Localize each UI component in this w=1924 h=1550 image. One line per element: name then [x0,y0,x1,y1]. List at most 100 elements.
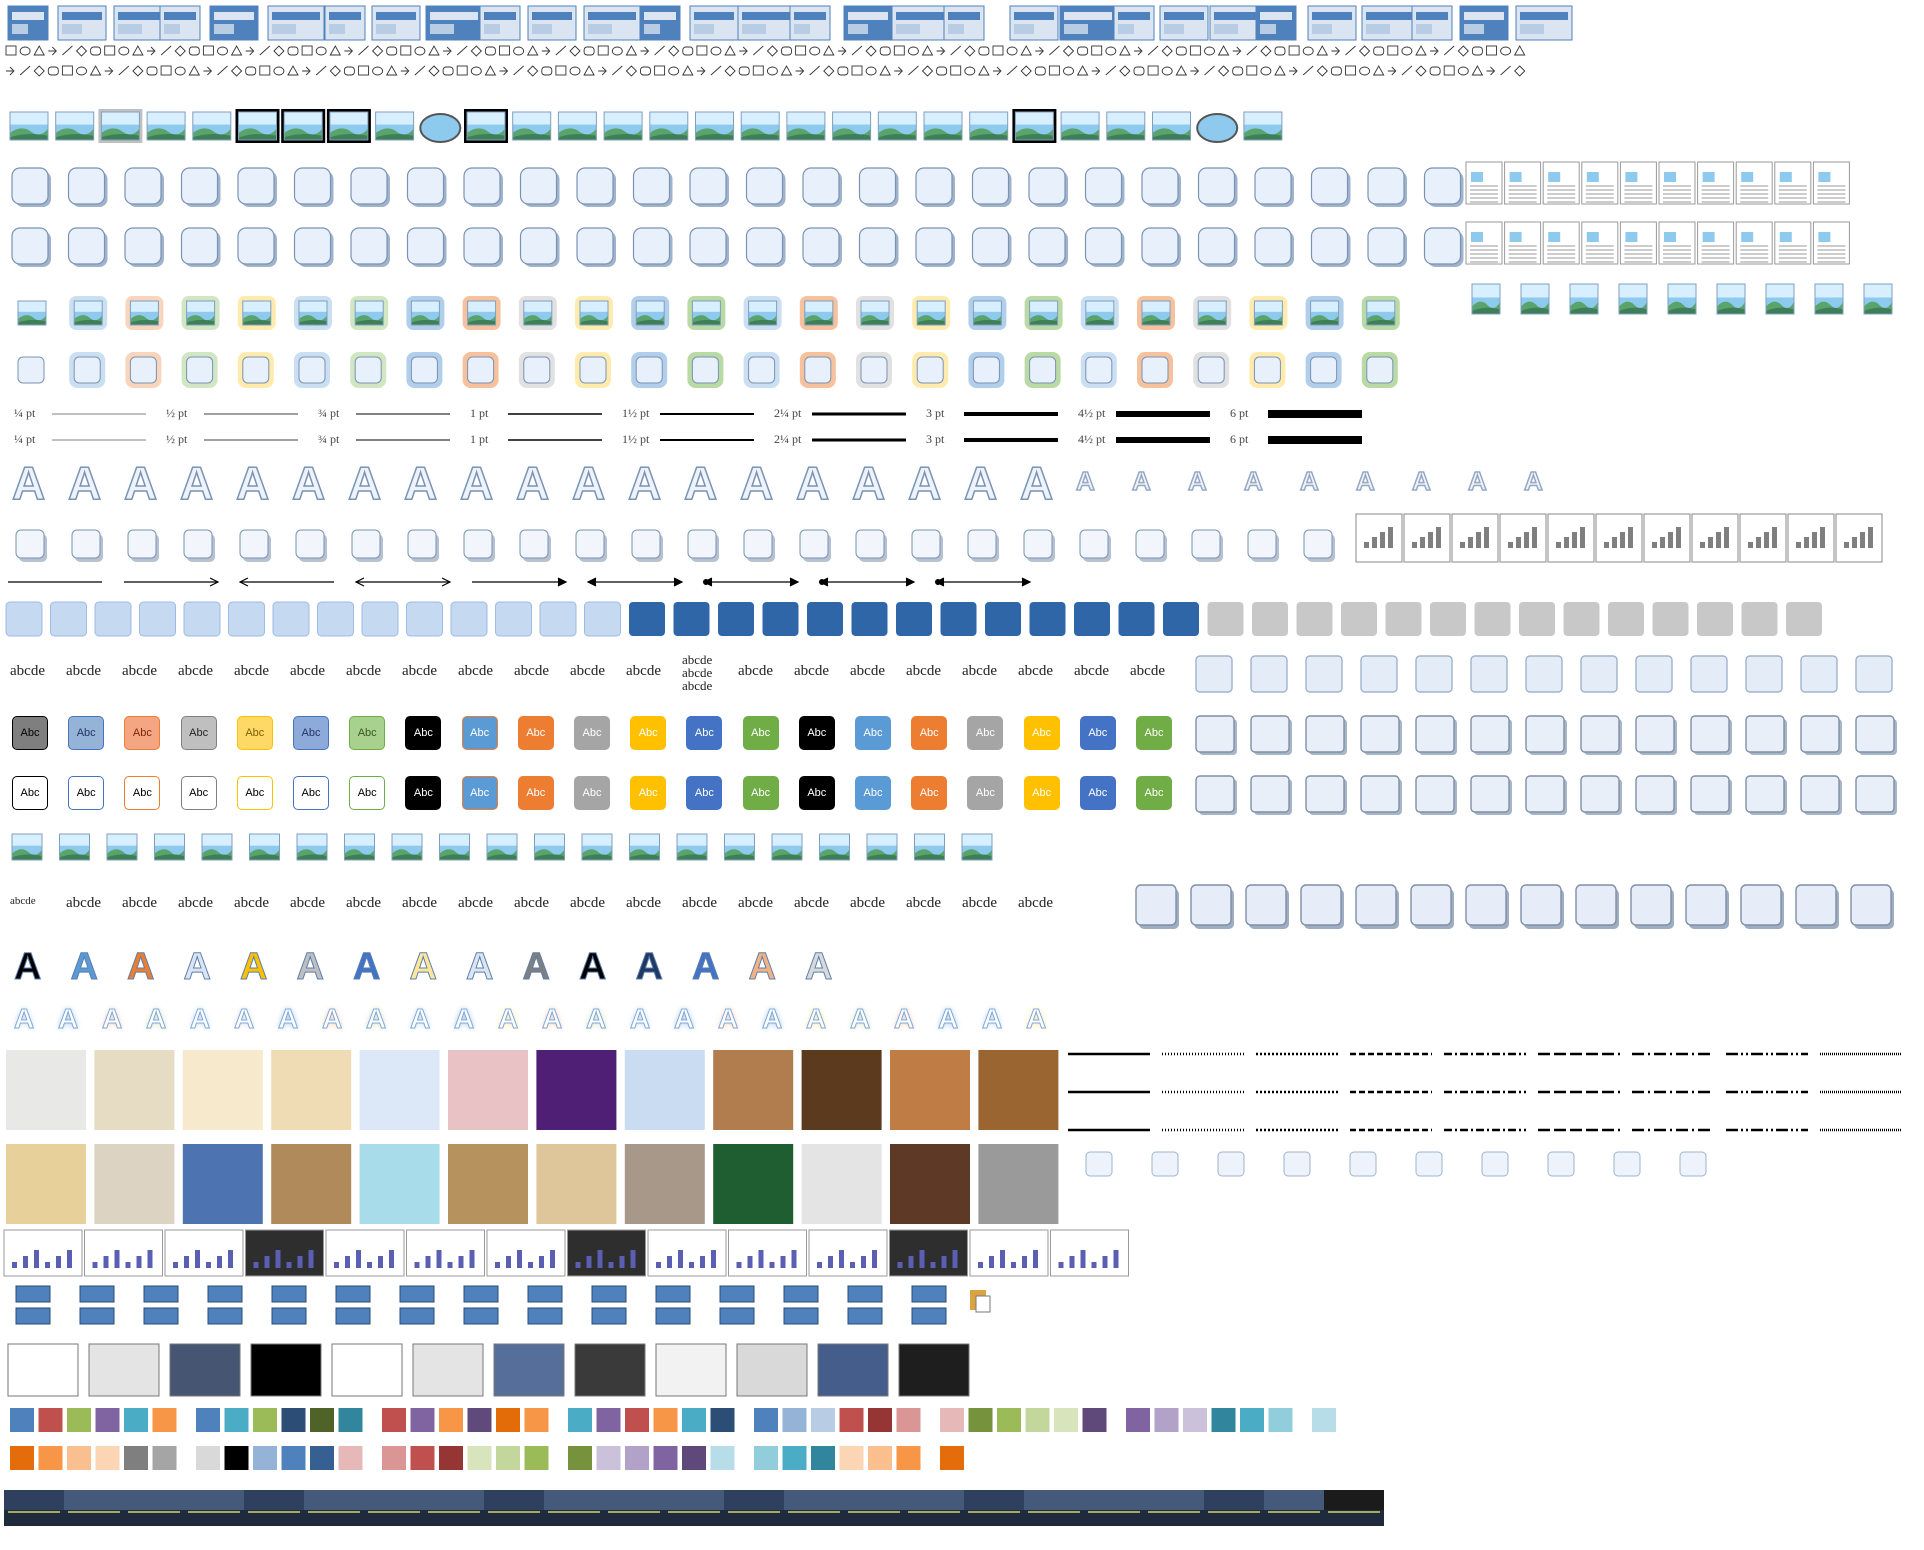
line-weight-label[interactable]: 3 pt [926,406,944,421]
shape-style-abc[interactable]: Abc [517,776,554,810]
wordart-style-letter-a[interactable]: A [748,946,776,989]
wordart-transform-sample[interactable]: abcde [570,663,605,680]
wordart-letter-a[interactable]: A [1075,465,1095,497]
shape-style-abc[interactable]: Abc [630,776,667,810]
shape-style-abc[interactable]: Abc [1023,776,1060,810]
glow-letter-a[interactable]: A [805,1003,826,1035]
shape-style-abc[interactable]: Abc [630,716,667,750]
shape-style-abc[interactable]: Abc [1136,776,1172,810]
shape-style-abc[interactable]: Abc [1079,776,1116,810]
shape-style-abc[interactable]: Abc [1136,716,1172,750]
shape-style-abc[interactable]: Abc [1079,716,1116,750]
wordart-style-letter-a[interactable]: A [578,946,606,989]
wordart-letter-a[interactable]: A [795,456,830,510]
wordart-letter-a[interactable]: A [1131,465,1151,497]
wordart-transform-sample[interactable]: abcde [346,663,381,680]
wordart-transform-sample[interactable]: abcde [122,663,157,680]
wordart-style-letter-a[interactable]: A [183,946,211,989]
wordart-transform-sample[interactable]: abcde [1130,663,1165,680]
line-weight-label[interactable]: ¾ pt [318,432,339,447]
shape-style-abc[interactable]: Abc [911,776,948,810]
wordart-letter-a[interactable]: A [571,456,606,510]
wordart-letter-a[interactable]: A [1187,465,1207,497]
glow-letter-a[interactable]: A [761,1003,782,1035]
wordart-path-sample[interactable]: abcde [514,895,549,912]
wordart-path-sample[interactable]: abcde [682,895,717,912]
wordart-path-sample[interactable]: abcde [10,895,36,907]
wordart-style-letter-a[interactable]: A [70,946,98,989]
glow-letter-a[interactable]: A [1025,1003,1046,1035]
wordart-letter-a[interactable]: A [403,456,438,510]
glow-letter-a[interactable]: A [13,1003,34,1035]
wordart-transform-sample[interactable]: abcde [738,663,773,680]
wordart-transform-sample[interactable]: abcde [178,663,213,680]
wordart-path-sample[interactable]: abcde [458,895,493,912]
wordart-letter-a[interactable]: A [627,456,662,510]
shape-style-abc[interactable]: Abc [855,716,891,750]
glow-letter-a[interactable]: A [409,1003,430,1035]
wordart-transform-sample[interactable]: abcde [962,663,997,680]
wordart-path-sample[interactable]: abcde [290,895,325,912]
wordart-letter-a[interactable]: A [907,456,942,510]
wordart-letter-a[interactable]: A [291,456,326,510]
wordart-path-sample[interactable]: abcde [66,895,101,912]
wordart-path-sample[interactable]: abcde [570,895,605,912]
glow-letter-a[interactable]: A [497,1003,518,1035]
wordart-letter-a[interactable]: A [1243,465,1263,497]
wordart-letter-a[interactable]: A [67,456,102,510]
line-weight-label[interactable]: 6 pt [1230,432,1248,447]
wordart-transform-sample[interactable]: abcde [458,663,493,680]
wordart-letter-a[interactable]: A [683,456,718,510]
shape-style-abc[interactable]: Abc [405,776,442,810]
wordart-path-sample[interactable]: abcde [346,895,381,912]
glow-letter-a[interactable]: A [893,1003,914,1035]
glow-letter-a[interactable]: A [321,1003,342,1035]
wordart-letter-a[interactable]: A [235,456,270,510]
wordart-transform-sample[interactable]: abcde [682,678,712,694]
line-weight-label[interactable]: 6 pt [1230,406,1248,421]
wordart-path-sample[interactable]: abcde [1018,895,1053,912]
wordart-transform-sample[interactable]: abcde [1074,663,1109,680]
line-weight-label[interactable]: ¼ pt [14,432,35,447]
wordart-letter-a[interactable]: A [459,456,494,510]
glow-letter-a[interactable]: A [57,1003,78,1035]
shape-style-abc[interactable]: Abc [405,716,442,750]
wordart-style-letter-a[interactable]: A [296,946,324,989]
wordart-letter-a[interactable]: A [1467,465,1487,497]
wordart-transform-sample[interactable]: abcde [850,663,885,680]
wordart-transform-sample[interactable]: abcde [1018,663,1053,680]
wordart-letter-a[interactable]: A [1299,465,1319,497]
wordart-path-sample[interactable]: abcde [850,895,885,912]
shape-style-abc[interactable]: Abc [911,716,948,750]
glow-letter-a[interactable]: A [453,1003,474,1035]
wordart-style-letter-a[interactable]: A [635,946,663,989]
shape-style-abc[interactable]: Abc [574,776,610,810]
shape-style-abc[interactable]: Abc [349,776,386,810]
wordart-transform-sample[interactable]: abcde [290,663,325,680]
wordart-path-sample[interactable]: abcde [794,895,829,912]
shape-style-abc[interactable]: Abc [967,716,1004,750]
wordart-transform-sample[interactable]: abcde [514,663,549,680]
wordart-path-sample[interactable]: abcde [962,895,997,912]
glow-letter-a[interactable]: A [233,1003,254,1035]
shape-style-abc[interactable]: Abc [1023,716,1060,750]
wordart-letter-a[interactable]: A [1523,465,1543,497]
wordart-style-letter-a[interactable]: A [352,946,380,989]
glow-letter-a[interactable]: A [189,1003,210,1035]
shape-style-abc[interactable]: Abc [798,716,835,750]
line-weight-label[interactable]: ½ pt [166,432,187,447]
shape-style-abc[interactable]: Abc [124,776,161,810]
shape-style-abc[interactable]: Abc [12,716,48,750]
wordart-transform-sample[interactable]: abcde [234,663,269,680]
glow-letter-a[interactable]: A [629,1003,650,1035]
wordart-transform-sample[interactable]: abcde [66,663,101,680]
shape-style-abc[interactable]: Abc [293,716,329,750]
wordart-style-letter-a[interactable]: A [804,946,832,989]
shape-style-abc[interactable]: Abc [12,776,48,810]
wordart-style-letter-a[interactable]: A [13,946,41,989]
wordart-letter-a[interactable]: A [851,456,886,510]
shape-style-abc[interactable]: Abc [461,776,498,810]
line-weight-label[interactable]: 4½ pt [1078,406,1105,421]
line-weight-label[interactable]: 1 pt [470,406,488,421]
wordart-style-letter-a[interactable]: A [691,946,719,989]
